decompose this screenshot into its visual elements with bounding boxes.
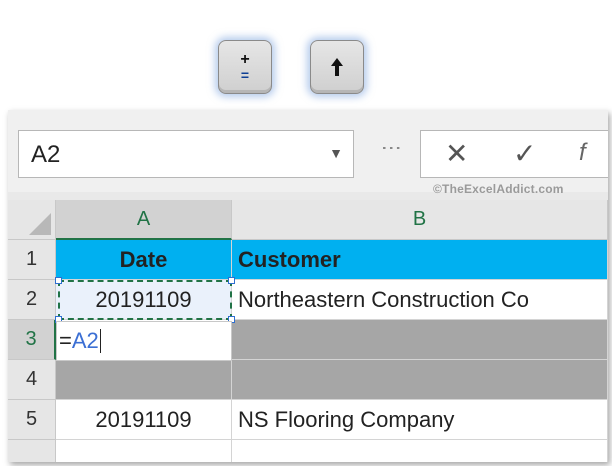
reference-highlight-border: [58, 280, 232, 320]
watermark: ©TheExcelAddict.com: [433, 182, 564, 196]
shift-key: [310, 40, 364, 94]
insert-function-icon[interactable]: f: [579, 139, 586, 167]
shift-arrow-icon: [331, 58, 343, 76]
enter-check-icon[interactable]: ✓: [513, 137, 536, 170]
cell-a5[interactable]: 20191109: [56, 400, 232, 440]
cell-a6[interactable]: [56, 440, 232, 462]
text-cursor: [99, 329, 102, 353]
equals-symbol: =: [240, 67, 250, 83]
cell-b5[interactable]: NS Flooring Company: [232, 400, 608, 440]
row-header-4[interactable]: 4: [8, 360, 56, 400]
cell-b2[interactable]: Northeastern Construction Co: [232, 280, 608, 320]
formula-reference: A2: [71, 328, 99, 353]
column-header-b[interactable]: B: [232, 200, 608, 240]
row-header-1[interactable]: 1: [8, 240, 56, 280]
cell-b4[interactable]: [232, 360, 608, 400]
cell-a4[interactable]: [56, 360, 232, 400]
spreadsheet-grid: A B 1 2 3 4 5 Date Customer 20191109 Nor…: [8, 200, 608, 462]
name-box-value: A2: [31, 141, 61, 168]
cell-b1[interactable]: Customer: [232, 240, 608, 280]
row-header-3[interactable]: 3: [8, 320, 56, 360]
cell-a1[interactable]: Date: [56, 240, 232, 280]
column-header-a[interactable]: A: [56, 200, 232, 240]
select-all-corner[interactable]: [8, 200, 56, 240]
row-header-5[interactable]: 5: [8, 400, 56, 440]
row-header-2[interactable]: 2: [8, 280, 56, 320]
cell-b6[interactable]: [232, 440, 608, 462]
formula-controls: ✕ ✓ f: [420, 130, 608, 178]
name-box[interactable]: A2 ▼: [18, 130, 354, 178]
row-header-6[interactable]: [8, 440, 56, 462]
drag-handle-icon[interactable]: ⋮: [380, 138, 402, 158]
chevron-down-icon[interactable]: ▼: [329, 145, 343, 161]
cell-a3-editor[interactable]: = A2: [56, 321, 232, 361]
formula-bar: A2 ▼ ⋮ ✕ ✓ f ©TheExcelAddict.com: [8, 110, 608, 196]
excel-window: A2 ▼ ⋮ ✕ ✓ f ©TheExcelAddict.com A B 1 2…: [8, 110, 608, 462]
ref-handle-top-right[interactable]: [228, 277, 235, 284]
formula-equals: =: [59, 328, 72, 353]
plus-symbol: +: [240, 51, 250, 68]
cancel-icon[interactable]: ✕: [445, 137, 468, 170]
cell-b3[interactable]: [232, 320, 608, 360]
plus-equals-key: + =: [218, 40, 272, 94]
ref-handle-top-left[interactable]: [55, 277, 62, 284]
